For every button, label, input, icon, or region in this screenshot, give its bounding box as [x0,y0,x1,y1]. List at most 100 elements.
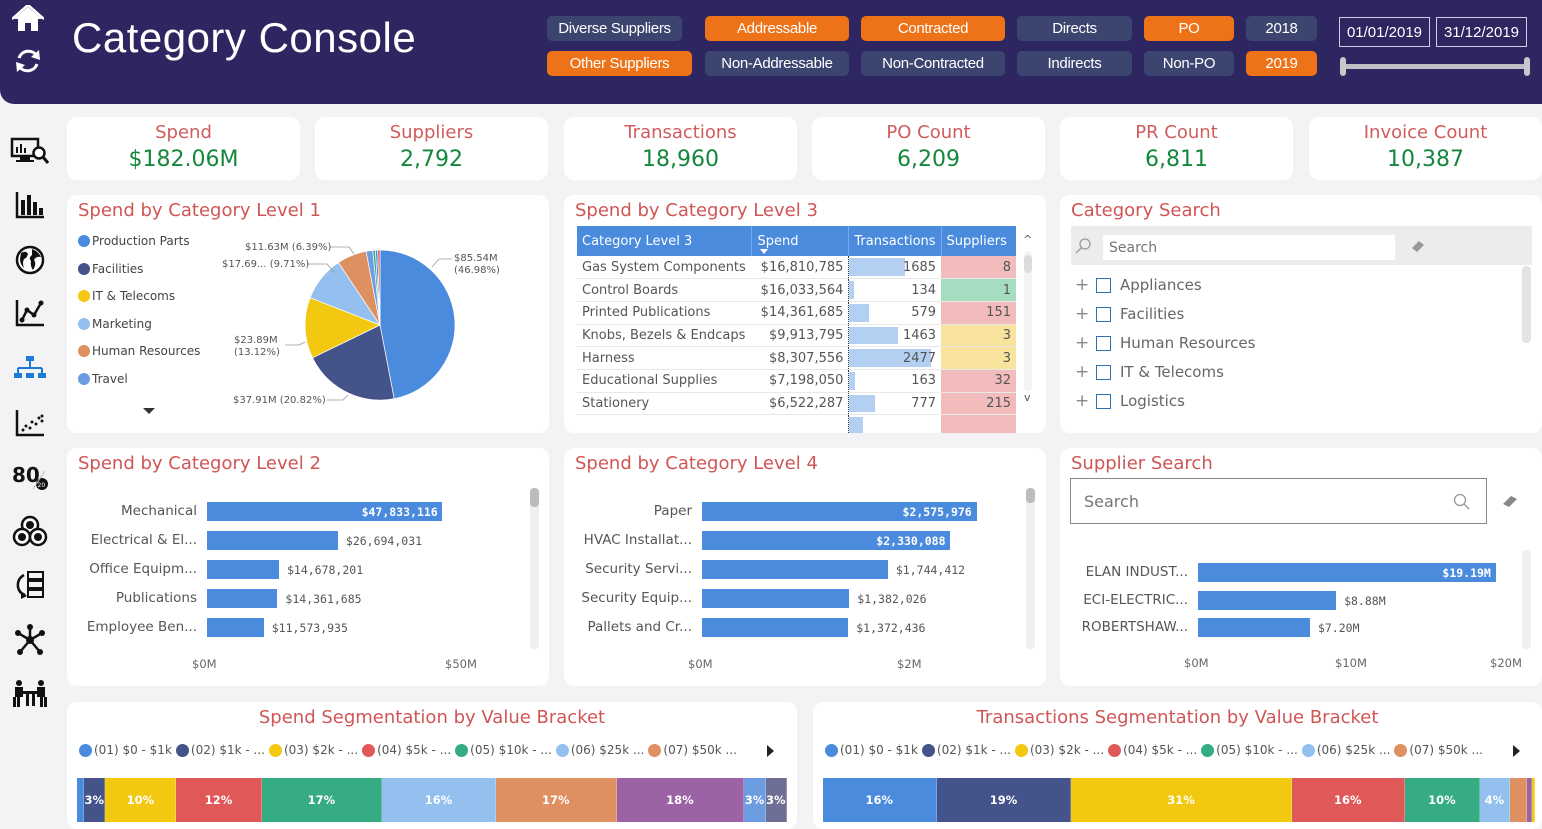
segment-10[interactable]: 3% [765,778,787,822]
bar[interactable] [702,618,849,637]
supplier-search-icon[interactable] [1453,493,1471,515]
segment-legend-item[interactable]: (02) $1k - ... [921,743,1011,757]
col-header-suppliers[interactable]: Suppliers [941,226,1016,256]
segment-legend-item[interactable]: (03) $2k - ... [1014,743,1104,757]
slicer-button-diverse-suppliers[interactable]: Diverse Suppliers [547,16,682,41]
segment-03[interactable]: 10% [105,778,177,822]
col-header-category[interactable]: Category Level 3 [577,226,753,256]
checkbox[interactable] [1096,306,1111,322]
category-tree-item[interactable]: + Facilities [1075,304,1184,324]
table-scroll-up-icon[interactable]: ^ [1023,233,1032,246]
legend-next-icon[interactable] [1513,745,1520,757]
segment-legend-item[interactable]: (07) $50k ... [648,743,737,757]
segment-legend-item[interactable]: (06) $25k ... [1301,743,1390,757]
segment-legend-item[interactable]: (04) $5k - ... [1108,743,1197,757]
globe-icon[interactable] [10,242,50,278]
table-scrollbar[interactable] [1024,251,1032,391]
date-range-slider[interactable] [1344,64,1528,69]
category-tree-item[interactable]: + IT & Telecoms [1075,362,1224,382]
bar[interactable] [702,589,850,608]
expand-icon[interactable]: + [1075,362,1089,382]
segment-09[interactable] [1532,778,1535,822]
segment-07[interactable]: 17% [495,778,617,822]
segment-legend-item[interactable]: (05) $10k - ... [1201,743,1298,757]
list-arrow-icon[interactable] [10,567,50,603]
segment-legend-item[interactable]: (03) $2k - ... [268,743,358,757]
expand-icon[interactable]: + [1075,304,1089,324]
segment-01[interactable] [77,778,85,822]
segment-legend-item[interactable]: (04) $5k - ... [362,743,451,757]
clusters-icon[interactable] [10,513,50,549]
date-slider-end-handle[interactable] [1524,57,1530,76]
checkbox[interactable] [1096,364,1111,380]
scatter-plot-icon[interactable] [10,405,50,441]
segment-07[interactable] [1510,778,1528,822]
table-row[interactable]: Educational Supplies $7,198,050 163 32 [577,369,1016,393]
bar[interactable] [1198,618,1310,637]
bar[interactable] [207,531,338,550]
monitor-search-icon[interactable] [10,133,50,169]
segment-03[interactable]: 31% [1071,778,1292,822]
network-icon[interactable] [10,622,50,658]
eraser-icon[interactable] [1410,238,1426,257]
segment-legend-item[interactable]: (02) $1k - ... [175,743,265,757]
segment-08[interactable]: 18% [616,778,745,822]
slicer-button-addressable[interactable]: Addressable [705,16,849,41]
category-search-input[interactable] [1103,235,1395,260]
segment-legend-item[interactable]: (01) $0 - $1k [825,743,918,757]
bar-chart-icon[interactable] [10,187,50,223]
slicer-button-contracted[interactable]: Contracted [861,16,1005,41]
date-from-input[interactable]: 01/01/2019 [1339,17,1430,47]
table-row[interactable]: Knobs, Bezels & Endcaps $9,913,795 1463 … [577,324,1016,348]
table-row[interactable]: Control Boards $16,033,564 134 1 [577,278,1016,302]
segment-legend-item[interactable]: (01) $0 - $1k [79,743,172,757]
segment-05[interactable]: 10% [1405,778,1480,822]
bar[interactable] [702,560,888,579]
checkbox[interactable] [1096,277,1111,293]
slicer-button-2019[interactable]: 2019 [1246,51,1317,76]
expand-icon[interactable]: + [1075,391,1089,411]
segment-legend-item[interactable]: (07) $50k ... [1394,743,1483,757]
expand-icon[interactable]: + [1075,275,1089,295]
segment-02[interactable]: 3% [84,778,106,822]
slicer-button-non-po[interactable]: Non-PO [1144,51,1234,76]
date-slider-start-handle[interactable] [1340,57,1346,76]
category-list-scrollbar[interactable] [1522,266,1531,343]
slicer-button-2018[interactable]: 2018 [1246,16,1317,41]
home-icon[interactable] [12,4,44,34]
segment-06[interactable]: 4% [1479,778,1511,822]
bar[interactable] [207,589,278,608]
hierarchy-icon[interactable] [10,350,50,386]
slicer-button-indirects[interactable]: Indirects [1017,51,1132,76]
segment-02[interactable]: 19% [936,778,1072,822]
segment-04[interactable]: 12% [176,778,262,822]
line-chart-icon[interactable] [10,295,50,331]
level2-scrollbar[interactable] [530,488,539,649]
bar[interactable] [207,618,264,637]
slicer-button-directs[interactable]: Directs [1017,16,1132,41]
expand-icon[interactable]: + [1075,333,1089,353]
supplier-chart-scrollbar[interactable] [1522,550,1531,649]
table-row[interactable]: Printed Publications $14,361,685 579 151 [577,301,1016,325]
supplier-search-input[interactable] [1070,478,1487,524]
category-tree-item[interactable]: + Appliances [1075,275,1202,295]
meeting-icon[interactable] [10,676,50,712]
slicer-button-other-suppliers[interactable]: Other Suppliers [547,51,692,76]
col-header-transactions[interactable]: Transactions [848,226,942,256]
legend-next-icon[interactable] [767,745,774,757]
date-to-input[interactable]: 31/12/2019 [1436,17,1527,47]
slicer-button-po[interactable]: PO [1144,16,1234,41]
supplier-eraser-icon[interactable] [1501,493,1519,512]
segment-01[interactable]: 16% [823,778,937,822]
level4-scrollbar[interactable] [1026,488,1035,649]
refresh-icon[interactable] [12,46,44,76]
bar[interactable] [1198,590,1337,610]
segment-05[interactable]: 17% [261,778,383,822]
pie-slice-production-parts[interactable] [379,249,456,400]
bar[interactable] [207,560,279,579]
table-row[interactable]: Gas System Components $16,810,785 1685 8 [577,256,1016,280]
segment-06[interactable]: 16% [382,778,496,822]
table-row[interactable]: Stationery $6,522,287 777 215 [577,392,1016,416]
segment-09[interactable]: 3% [744,778,766,822]
checkbox[interactable] [1096,393,1111,409]
